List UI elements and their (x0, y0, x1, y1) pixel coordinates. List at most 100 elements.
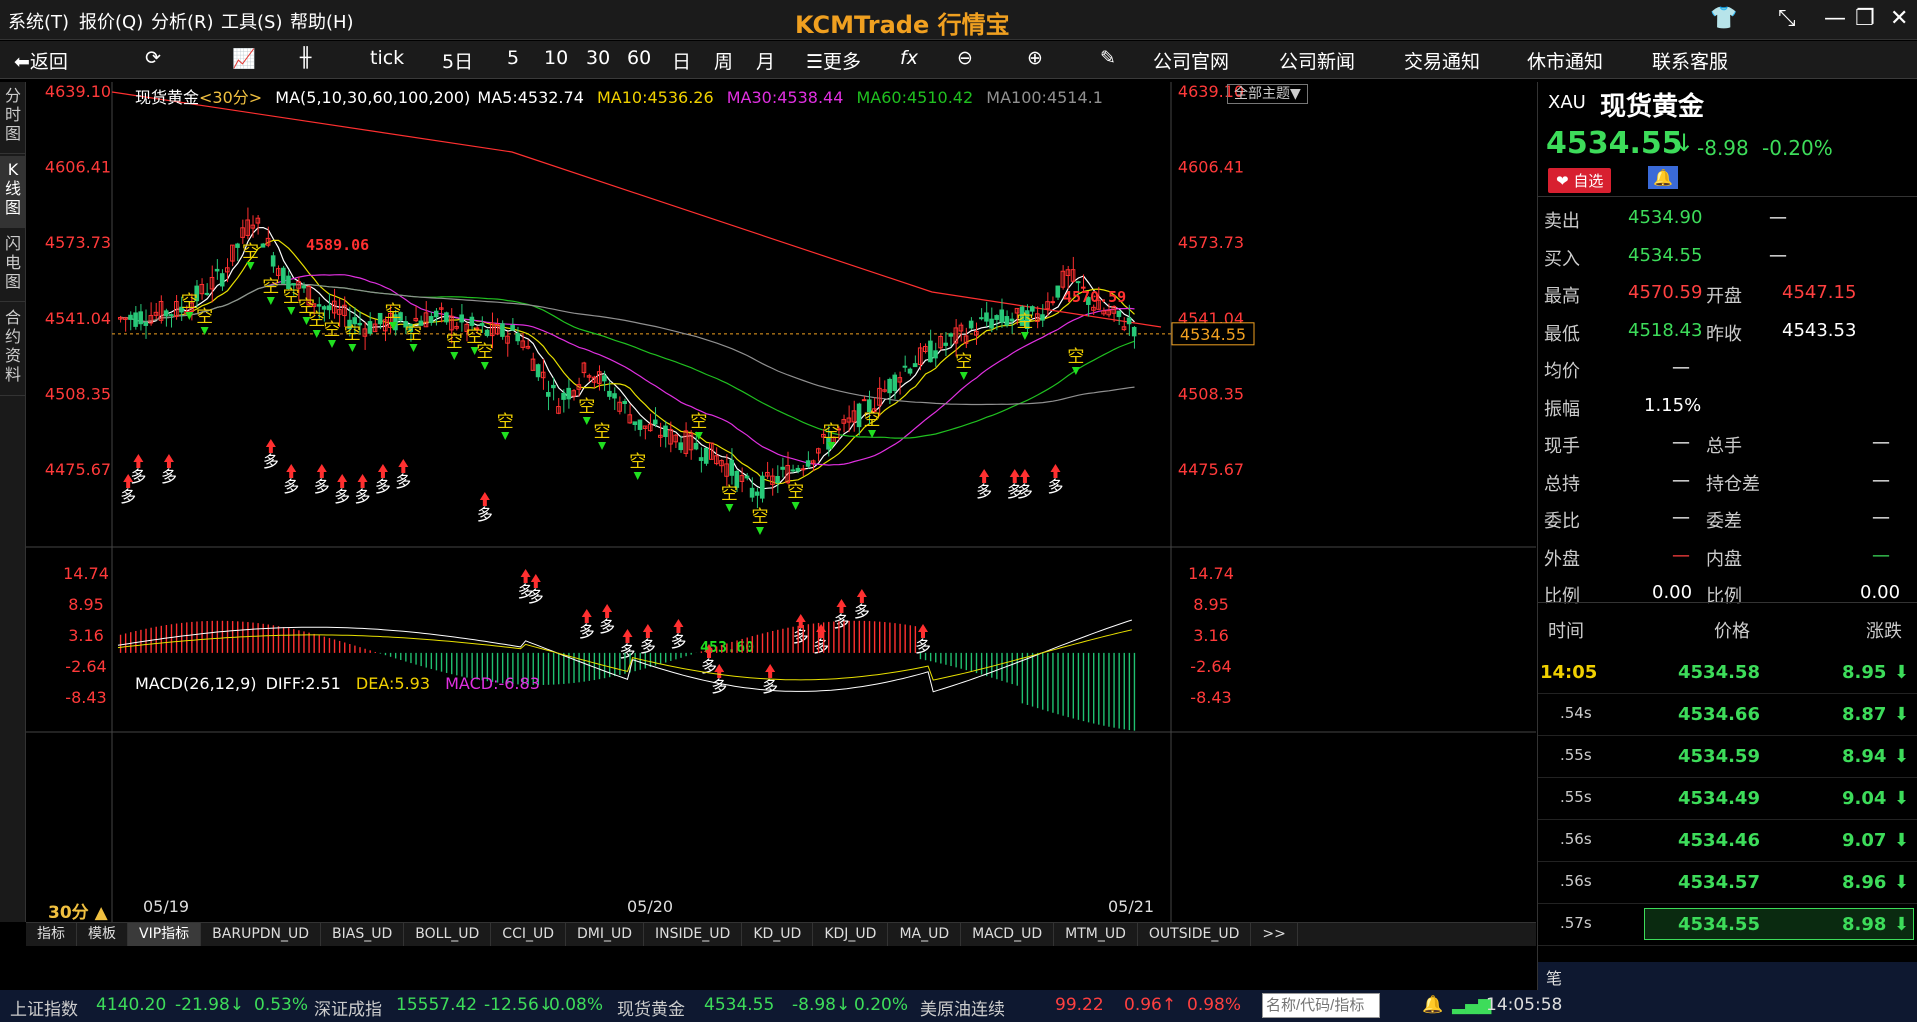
tick-price: 4534.66 (1678, 704, 1760, 725)
candle-body (693, 442, 699, 450)
up-arrow-icon (1009, 469, 1020, 483)
period-60min[interactable]: 60 (627, 47, 651, 69)
indicator-tab[interactable]: INSIDE_UD (644, 923, 743, 946)
minimize-icon[interactable]: — (1824, 6, 1846, 31)
short-signal: 空 (690, 412, 707, 432)
indicator-tab[interactable]: DMI_UD (566, 923, 645, 946)
indicator-tab[interactable]: BARUPDN_UD (201, 923, 322, 946)
period-tick[interactable]: tick (370, 47, 404, 69)
macd-dea: DEA:5.93 (355, 674, 431, 693)
tab-kline-chart[interactable]: K线图 (0, 156, 26, 228)
indicator-tab[interactable]: >> (1251, 923, 1298, 946)
period-5day[interactable]: 5日 (442, 47, 473, 74)
indicator-tab[interactable]: MTM_UD (1054, 923, 1138, 946)
indicator-tab[interactable]: OUTSIDE_UD (1138, 923, 1252, 946)
indicator-tab[interactable]: CCI_UD (491, 923, 567, 946)
indicator-tab[interactable]: KDJ_UD (813, 923, 889, 946)
indicator-tab[interactable]: KD_UD (742, 923, 814, 946)
menu-quote[interactable]: 报价(Q) (79, 8, 143, 34)
kline-chart[interactable]: 空空空空 空空空空 空空空空空空空空空空空空空空空空空空空多多 多多多 多多 多多 多多多多… (26, 82, 1536, 922)
indicator-tab[interactable]: 模板 (77, 923, 128, 946)
period-selector[interactable]: 30分 ▲ (48, 898, 108, 923)
notification-bell-icon[interactable]: 🔔 (1422, 995, 1443, 1015)
link-customer-service[interactable]: 联系客服 (1652, 47, 1728, 74)
chart-type-icon[interactable]: 📈 (232, 47, 256, 70)
search-input[interactable] (1262, 993, 1380, 1018)
tab-flash-chart[interactable]: 闪电图 (0, 230, 26, 302)
tick-time: .54s (1560, 704, 1592, 722)
quote-field-ratio1: 0.00 (1652, 582, 1693, 603)
tab-contract-info[interactable]: 合约资料 (0, 304, 26, 396)
period-month[interactable]: 月 (756, 47, 775, 74)
quote-field-open_lbl: 开盘 (1706, 286, 1742, 307)
shrink-icon[interactable]: ⤡ (1778, 6, 1796, 31)
candle-body (790, 469, 796, 472)
macd-tick-label: -8.43 (1190, 688, 1231, 707)
last-price-tag: 4534.55 (1180, 325, 1246, 344)
macd-diff: DIFF:2.51 (265, 674, 341, 693)
restore-icon[interactable]: ❐ (1855, 6, 1875, 31)
zoom-out-icon[interactable]: ⊖ (957, 47, 973, 69)
indicator-tab[interactable]: MACD_UD (961, 923, 1055, 946)
menu-tools[interactable]: 工具(S) (221, 8, 282, 34)
tick-mode-label[interactable]: 笔 (1546, 965, 1562, 989)
link-company-news[interactable]: 公司新闻 (1279, 47, 1355, 74)
th-price: 价格 (1714, 621, 1750, 642)
draw-icon[interactable]: ✎ (1100, 47, 1116, 69)
tick-price: 4534.46 (1678, 830, 1760, 851)
link-official-site[interactable]: 公司官网 (1153, 47, 1229, 74)
indicator-tab[interactable]: 指标 (26, 923, 77, 946)
formula-icon[interactable]: fx (900, 47, 918, 69)
macd-tick-label: 8.95 (68, 595, 104, 614)
up-arrow-icon (1050, 464, 1061, 478)
tab-time-chart[interactable]: 分时图 (0, 82, 26, 154)
period-10min[interactable]: 10 (544, 47, 568, 69)
candle-icon[interactable]: ╫ (300, 47, 311, 69)
menu-icon: ☰ (806, 51, 824, 73)
zoom-in-icon[interactable]: ⊕ (1027, 47, 1043, 69)
link-market-closure[interactable]: 休市通知 (1527, 47, 1603, 74)
down-arrow-icon: ⬇ (1894, 704, 1910, 725)
index-name[interactable]: 深证成指 (314, 995, 382, 1020)
indicator-tab[interactable]: VIP指标 (128, 923, 202, 946)
quote-code: XAU (1548, 92, 1586, 113)
quote-field-cur_lbl: 现手 (1544, 436, 1580, 457)
candle-body (291, 283, 296, 286)
up-arrow-icon (795, 614, 806, 628)
long-signal: 多 (528, 587, 544, 606)
macd-tick-label: -8.43 (65, 688, 106, 707)
indicator-tab[interactable]: BOLL_UD (404, 923, 492, 946)
index-name[interactable]: 美原油连续 (920, 995, 1005, 1020)
high-marker: 4570.59 (1063, 288, 1126, 306)
back-button[interactable]: ⬅返回 (14, 47, 68, 74)
indicator-tab[interactable]: BIAS_UD (321, 923, 405, 946)
macd-tick-label: 3.16 (1193, 626, 1229, 645)
more-label: 更多 (823, 51, 862, 73)
indicator-tab[interactable]: MA_UD (888, 923, 962, 946)
period-5min[interactable]: 5 (507, 47, 519, 69)
close-icon[interactable]: ✕ (1890, 6, 1908, 31)
candle-body (301, 285, 307, 289)
quote-field-high: 4570.59 (1628, 282, 1703, 303)
menu-system[interactable]: 系统(T) (8, 8, 69, 34)
favorite-button[interactable]: ❤ 自选 (1548, 168, 1612, 193)
skin-icon[interactable]: 👕 (1710, 6, 1737, 31)
long-signal: 多 (640, 637, 656, 656)
index-name[interactable]: 现货黄金 (617, 995, 685, 1020)
more-button[interactable]: ☰更多 (806, 47, 861, 74)
refresh-icon[interactable]: ⟳ (145, 47, 161, 69)
macd-tick-label: -2.64 (1190, 657, 1231, 676)
long-signal: 多 (314, 477, 330, 496)
menu-help[interactable]: 帮助(H) (290, 8, 354, 34)
candle-body (754, 491, 760, 496)
candle-body (968, 320, 974, 329)
up-arrow-icon (479, 492, 490, 506)
alert-bell-icon[interactable]: 🔔 (1648, 166, 1678, 189)
period-day[interactable]: 日 (672, 47, 691, 74)
period-week[interactable]: 周 (714, 47, 733, 74)
link-trade-notice[interactable]: 交易通知 (1404, 47, 1480, 74)
theme-dropdown[interactable]: 全部主题▼ (1227, 84, 1308, 104)
menu-analysis[interactable]: 分析(R) (151, 8, 214, 34)
period-30min[interactable]: 30 (586, 47, 610, 69)
index-name[interactable]: 上证指数 (10, 995, 78, 1020)
